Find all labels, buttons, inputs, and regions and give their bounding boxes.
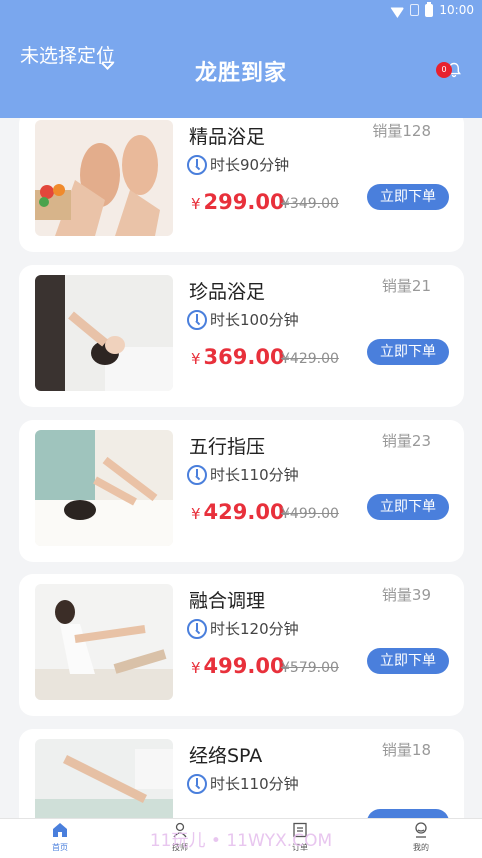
original-price: ¥429.00: [281, 351, 339, 367]
order-icon: [293, 822, 307, 838]
status-bar: 10:00: [0, 0, 482, 24]
duration-text: 时长110分钟: [210, 775, 299, 793]
nav-item-profile[interactable]: 我的: [391, 822, 451, 853]
product-card[interactable]: 精品浴足 销量128 时长90分钟 ¥299.00 ¥349.00 立即下单: [19, 118, 464, 252]
sales-count: 销量23: [381, 432, 431, 450]
order-now-button[interactable]: 立即下单: [367, 339, 449, 365]
product-card[interactable]: 五行指压 销量23 时长110分钟 ¥429.00 ¥499.00 立即下单: [19, 420, 464, 562]
duration: 时长100分钟: [187, 309, 299, 330]
product-card[interactable]: 融合调理 销量39 时长120分钟 ¥499.00 ¥579.00 立即下单: [19, 574, 464, 716]
product-name: 五行指压: [189, 436, 266, 458]
price-value: 299.00: [203, 190, 285, 214]
duration: 时长90分钟: [187, 154, 289, 175]
product-name: 珍品浴足: [189, 281, 266, 303]
nav-item-orders[interactable]: 订单: [270, 822, 330, 853]
battery-icon: [425, 1, 434, 17]
price: ¥429.00: [191, 500, 285, 524]
status-time: 10:00: [439, 3, 474, 17]
currency-symbol: ¥: [191, 195, 201, 213]
duration: 时长110分钟: [187, 773, 299, 794]
currency-symbol: ¥: [191, 505, 201, 523]
wifi-icon: [390, 4, 404, 16]
duration-text: 时长110分钟: [210, 466, 299, 484]
clock-icon: [187, 464, 207, 485]
nav-label-orders: 订单: [292, 843, 308, 852]
duration-text: 时长100分钟: [210, 311, 299, 329]
bottom-nav: 首页 技师 订单 我的: [0, 818, 482, 858]
original-price: ¥499.00: [281, 506, 339, 522]
app-header: 未选择定位 龙胜到家 0: [0, 24, 482, 118]
clock-icon: [187, 309, 207, 330]
product-card[interactable]: 珍品浴足 销量21 时长100分钟 ¥369.00 ¥429.00 立即下单: [19, 265, 464, 407]
nav-label-profile: 我的: [413, 843, 429, 852]
product-list[interactable]: 精品浴足 销量128 时长90分钟 ¥299.00 ¥349.00 立即下单 珍…: [0, 118, 482, 818]
technician-icon: [173, 822, 187, 838]
page-title: 龙胜到家: [194, 61, 287, 86]
price: ¥369.00: [191, 345, 285, 369]
product-image-body-conditioning: [35, 584, 173, 700]
duration-text: 时长90分钟: [210, 156, 290, 174]
profile-icon: [415, 822, 427, 838]
nav-label-home: 首页: [52, 843, 68, 852]
clock-icon: [187, 618, 207, 639]
order-now-button[interactable]: 立即下单: [367, 184, 449, 210]
duration-text: 时长120分钟: [210, 620, 299, 638]
product-image-foot-bath: [35, 120, 173, 236]
product-image-acupressure: [35, 430, 173, 546]
price: ¥499.00: [191, 654, 285, 678]
duration: 时长120分钟: [187, 618, 299, 639]
currency-symbol: ¥: [191, 350, 201, 368]
product-name: 经络SPA: [189, 745, 263, 767]
sim-icon: [410, 4, 420, 16]
home-icon: [53, 823, 67, 837]
sales-count: 销量128: [372, 122, 431, 140]
sales-count: 销量39: [381, 586, 431, 604]
price: ¥299.00: [191, 190, 285, 214]
sales-count: 销量18: [381, 741, 431, 759]
product-image-premium-foot-bath: [35, 275, 173, 391]
order-now-button[interactable]: [367, 809, 449, 818]
currency-symbol: ¥: [191, 659, 201, 677]
product-card[interactable]: 经络SPA 销量18 时长110分钟: [19, 729, 464, 818]
product-name: 融合调理: [189, 590, 266, 612]
price-value: 499.00: [203, 654, 285, 678]
nav-item-technician[interactable]: 技师: [150, 822, 210, 853]
price-value: 369.00: [203, 345, 285, 369]
original-price: ¥579.00: [281, 660, 339, 676]
clock-icon: [187, 154, 207, 175]
order-now-button[interactable]: 立即下单: [367, 494, 449, 520]
order-now-button[interactable]: 立即下单: [367, 648, 449, 674]
notification-badge: 0: [436, 62, 452, 78]
sales-count: 销量21: [381, 277, 431, 295]
nav-label-technician: 技师: [172, 843, 188, 852]
product-image-meridian-spa: [35, 739, 173, 818]
product-name: 精品浴足: [189, 126, 266, 148]
nav-item-home[interactable]: 首页: [30, 822, 90, 853]
clock-icon: [187, 773, 207, 794]
original-price: ¥349.00: [281, 196, 339, 212]
duration: 时长110分钟: [187, 464, 299, 485]
price-value: 429.00: [203, 500, 285, 524]
